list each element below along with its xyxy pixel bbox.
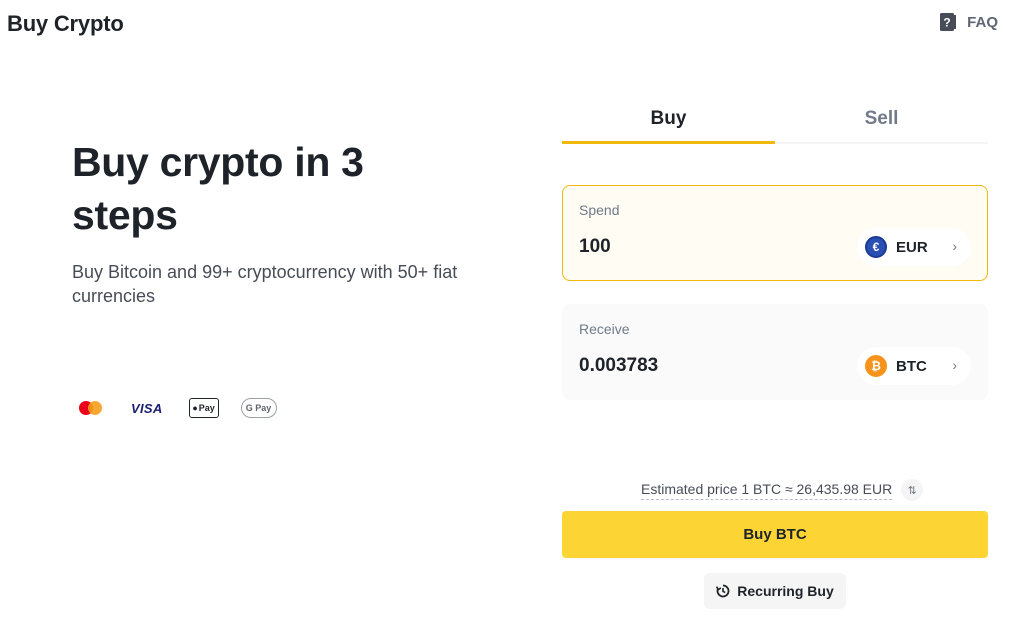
page-title: Buy Crypto: [7, 11, 124, 36]
apple-logo-icon: ●: [192, 403, 198, 413]
receive-label: Receive: [579, 321, 630, 337]
estimated-price[interactable]: Estimated price 1 BTC ≈ 26,435.98 EUR: [641, 481, 893, 500]
apple-pay-icon: ● Pay: [188, 398, 219, 418]
swap-arrows-icon[interactable]: ⇅: [901, 479, 924, 501]
receive-field[interactable]: Receive 0.003783 ₿ BTC ›: [562, 304, 988, 400]
faq-link[interactable]: ? FAQ: [939, 12, 998, 32]
payment-methods: VISA ● Pay G Pay: [78, 398, 277, 418]
chevron-right-icon: ›: [952, 238, 957, 254]
bitcoin-coin-icon: ₿: [865, 355, 887, 377]
receive-input[interactable]: 0.003783: [579, 355, 658, 377]
chevron-right-icon: ›: [952, 357, 957, 373]
spend-currency-selector[interactable]: € EUR ›: [857, 228, 971, 266]
estimated-price-row: Estimated price 1 BTC ≈ 26,435.98 EUR ⇅: [641, 479, 924, 501]
receive-currency-code: BTC: [896, 357, 927, 375]
euro-coin-icon: €: [865, 236, 887, 258]
faq-label: FAQ: [967, 13, 998, 31]
active-tab-indicator: [562, 141, 775, 144]
buy-button[interactable]: Buy BTC: [562, 511, 988, 558]
trade-tabs: Buy Sell: [562, 96, 988, 144]
recurring-clock-icon: [716, 584, 730, 598]
spend-label: Spend: [579, 202, 620, 218]
hero-title: Buy crypto in 3 steps: [72, 139, 364, 238]
help-book-icon: ?: [940, 13, 957, 31]
google-pay-icon: G Pay: [240, 398, 277, 418]
tab-sell[interactable]: Sell: [775, 96, 988, 142]
hero-subtitle: Buy Bitcoin and 99+ cryptocurrency with …: [72, 262, 458, 306]
spend-field[interactable]: Spend 100 € EUR ›: [562, 185, 988, 281]
hero-section: Buy crypto in 3 steps Buy Bitcoin and 99…: [72, 136, 472, 308]
spend-input[interactable]: 100: [579, 236, 611, 258]
recurring-buy-label: Recurring Buy: [737, 583, 834, 599]
top-bar: Buy Crypto ? FAQ: [0, 0, 1024, 48]
trade-panel: Buy Sell Spend 100 € EUR › Receive 0.003…: [562, 96, 988, 400]
mastercard-icon: [78, 398, 104, 418]
spend-currency-code: EUR: [896, 238, 928, 256]
visa-icon: VISA: [131, 400, 163, 416]
tab-buy[interactable]: Buy: [562, 96, 775, 142]
receive-currency-selector[interactable]: ₿ BTC ›: [857, 347, 971, 385]
apple-pay-label: Pay: [198, 403, 215, 413]
recurring-buy-button[interactable]: Recurring Buy: [704, 573, 846, 609]
svg-text:?: ?: [943, 16, 950, 30]
